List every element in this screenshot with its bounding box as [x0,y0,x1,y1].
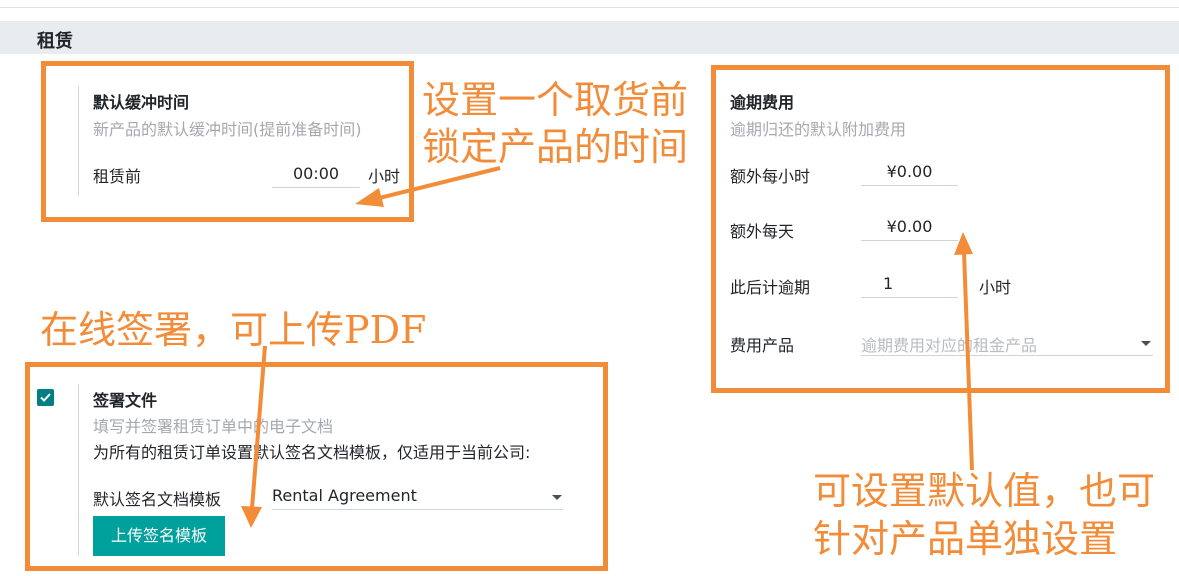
arrow-sign-head [241,506,262,528]
arrow-buffer-head [355,188,384,207]
arrow-fees [962,251,974,471]
arrow-buffer [374,166,501,201]
annotation-arrows [241,166,974,528]
arrow-fees-head [954,232,973,255]
arrow-sign [250,345,267,509]
